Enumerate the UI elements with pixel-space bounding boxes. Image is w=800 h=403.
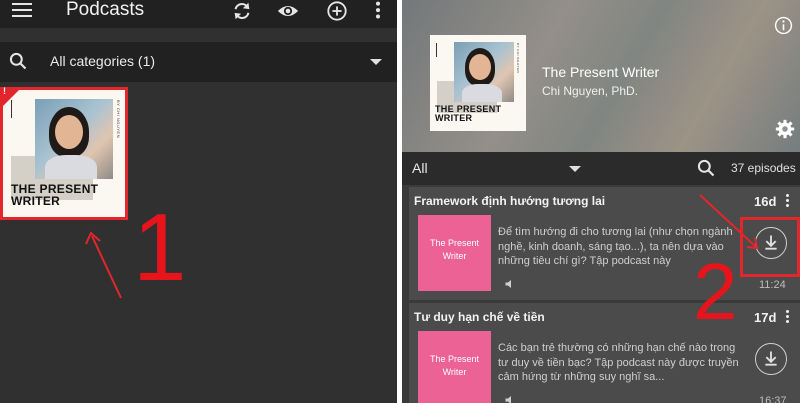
search-icon[interactable] <box>696 158 716 178</box>
cover-byline: BY CHI NGUYEN <box>516 43 520 74</box>
episode-age: 16d <box>754 194 777 209</box>
episode-duration: 11:24 <box>759 279 786 291</box>
gear-icon[interactable] <box>774 118 796 140</box>
podcast-cover-photo <box>454 42 514 102</box>
episode-item[interactable]: Tư duy hạn chế về tiền 17d The Present W… <box>409 303 800 403</box>
episode-count: 37 episodes <box>731 161 796 175</box>
speaker-icon <box>505 280 511 288</box>
eye-icon[interactable] <box>277 0 299 22</box>
podcast-author: Chi Nguyen, PhD. <box>542 84 639 98</box>
speaker-icon <box>505 396 511 403</box>
download-icon[interactable] <box>755 343 787 375</box>
app-bar: Podcasts <box>0 0 397 28</box>
podcast-cover-photo <box>35 99 113 179</box>
podcast-detail-screen: BY CHI NGUYEN THE PRESENT WRITER The Pre… <box>402 0 800 403</box>
add-icon[interactable] <box>326 0 348 22</box>
more-vert-icon[interactable] <box>367 0 389 22</box>
episode-art: The Present Writer <box>418 215 491 291</box>
cover-title-line2: WRITER <box>435 113 473 123</box>
app-title: Podcasts <box>66 0 145 20</box>
warning-mark: ! <box>3 86 6 96</box>
download-highlight-box <box>740 217 800 277</box>
category-filter-label[interactable]: All categories (1) <box>50 53 155 69</box>
episode-filter-bar: All 37 episodes <box>402 152 800 185</box>
episode-title[interactable]: Framework định hướng tương lai <box>414 194 605 208</box>
cover-title-line2: WRITER <box>11 194 61 208</box>
menu-icon[interactable] <box>12 2 34 20</box>
episode-description: Các bạn trẻ thường có những hạn chế nào … <box>498 342 739 383</box>
dropdown-icon[interactable] <box>569 166 581 172</box>
annotation-number-1: 1 <box>133 194 187 301</box>
refresh-icon[interactable] <box>231 0 253 22</box>
podcast-header: BY CHI NGUYEN THE PRESENT WRITER The Pre… <box>402 0 800 152</box>
podcast-title: The Present Writer <box>542 64 660 80</box>
episode-filter-select[interactable]: All <box>412 160 428 176</box>
episode-art: The Present Writer <box>418 331 491 403</box>
info-icon[interactable] <box>774 16 793 35</box>
dropdown-icon[interactable] <box>370 59 382 65</box>
more-vert-icon[interactable] <box>786 194 790 208</box>
episode-age: 17d <box>754 310 777 325</box>
cover-byline: BY CHI NGUYEN <box>116 100 121 138</box>
episode-title[interactable]: Tư duy hạn chế về tiền <box>414 310 545 324</box>
podcast-header-cover: BY CHI NGUYEN THE PRESENT WRITER <box>430 35 526 131</box>
episode-duration: 16:37 <box>759 395 787 403</box>
search-icon[interactable] <box>8 51 28 71</box>
category-filter-bar[interactable]: All categories (1) <box>0 42 397 82</box>
annotation-number-2: 2 <box>693 247 738 336</box>
more-vert-icon[interactable] <box>786 310 790 324</box>
